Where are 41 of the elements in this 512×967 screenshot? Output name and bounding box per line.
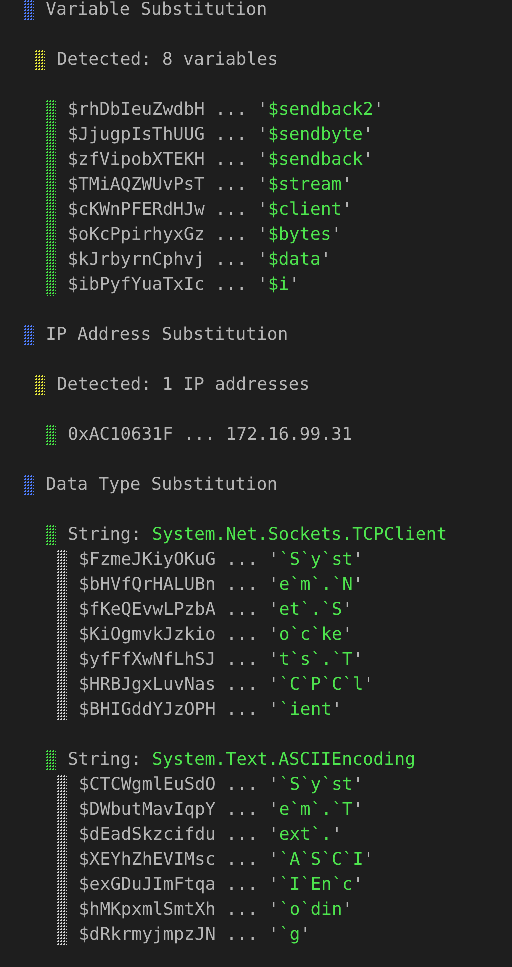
substitution-line: $bHVfQrHALUBn ... 'e`m`.`N' bbox=[79, 574, 364, 597]
substitution-line: $TMiAQZWUvPsT ... '$stream' bbox=[68, 174, 353, 197]
substitution-line: $fKeQEvwLPzbA ... 'et`.`S' bbox=[79, 599, 353, 622]
substitution-line: $JjugpIsThUUG ... '$sendbyte' bbox=[68, 124, 374, 147]
substitution-line: $exGDuJImFtqa ... '`I`En`c' bbox=[79, 874, 364, 897]
substitution-line: $DWbutMavIqpY ... 'e`m`.`T' bbox=[79, 799, 364, 822]
substitution-line: $dRkrmyjmpzJN ... '`g' bbox=[79, 924, 311, 947]
detected-count: Detected: 8 variables bbox=[57, 49, 278, 72]
dotted-bar-icon bbox=[46, 750, 56, 771]
substitution-line: $HRBJgxLuvNas ... '`C`P`C`l' bbox=[79, 674, 374, 697]
dotted-bar-icon bbox=[35, 50, 45, 71]
substitution-line: $zfVipobXTEKH ... '$sendback' bbox=[68, 149, 374, 172]
dotted-bar-icon bbox=[46, 100, 56, 296]
section-heading: Data Type Substitution bbox=[46, 474, 278, 497]
dotted-bar-icon bbox=[24, 325, 34, 346]
substitution-line: $dEadSkzcifdu ... 'ext`.' bbox=[79, 824, 342, 847]
substitution-line: $oKcPpirhyxGz ... '$bytes' bbox=[68, 224, 342, 247]
substitution-line: $BHIGddYJzOPH ... '`ient' bbox=[79, 699, 342, 722]
substitution-line: $cKWnPFERdHJw ... '$client' bbox=[68, 199, 353, 222]
type-heading: String: System.Text.ASCIIEncoding bbox=[68, 749, 416, 772]
dotted-bar-icon bbox=[35, 375, 45, 396]
substitution-line: $ibPyfYuaTxIc ... '$i' bbox=[68, 274, 300, 297]
dotted-bar-icon bbox=[46, 425, 56, 446]
dotted-bar-icon bbox=[57, 550, 67, 721]
dotted-bar-icon bbox=[57, 775, 67, 946]
substitution-line: $XEYhZhEVIMsc ... '`A`S`C`I' bbox=[79, 849, 374, 872]
section-heading: Variable Substitution bbox=[46, 0, 268, 22]
substitution-line: $CTCWgmlEuSdO ... '`S`y`st' bbox=[79, 774, 364, 797]
dotted-bar-icon bbox=[24, 0, 34, 21]
substitution-line: $hMKpxmlSmtXh ... '`o`din' bbox=[79, 899, 353, 922]
substitution-line: $FzmeJKiyOKuG ... '`S`y`st' bbox=[79, 549, 364, 572]
section-heading: IP Address Substitution bbox=[46, 324, 288, 347]
substitution-line: 0xAC10631F ... 172.16.99.31 bbox=[68, 424, 352, 447]
detected-count: Detected: 1 IP addresses bbox=[57, 374, 310, 397]
substitution-line: $KiOgmvkJzkio ... 'o`c`ke' bbox=[79, 624, 353, 647]
substitution-line: $rhDbIeuZwdbH ... '$sendback2' bbox=[68, 99, 384, 122]
substitution-line: $yfFfXwNfLhSJ ... 't`s`.`T' bbox=[79, 649, 364, 672]
type-heading: String: System.Net.Sockets.TCPClient bbox=[68, 524, 448, 547]
substitution-line: $kJrbyrnCphvj ... '$data' bbox=[68, 249, 332, 272]
dotted-bar-icon bbox=[46, 525, 56, 546]
dotted-bar-icon bbox=[24, 475, 34, 496]
